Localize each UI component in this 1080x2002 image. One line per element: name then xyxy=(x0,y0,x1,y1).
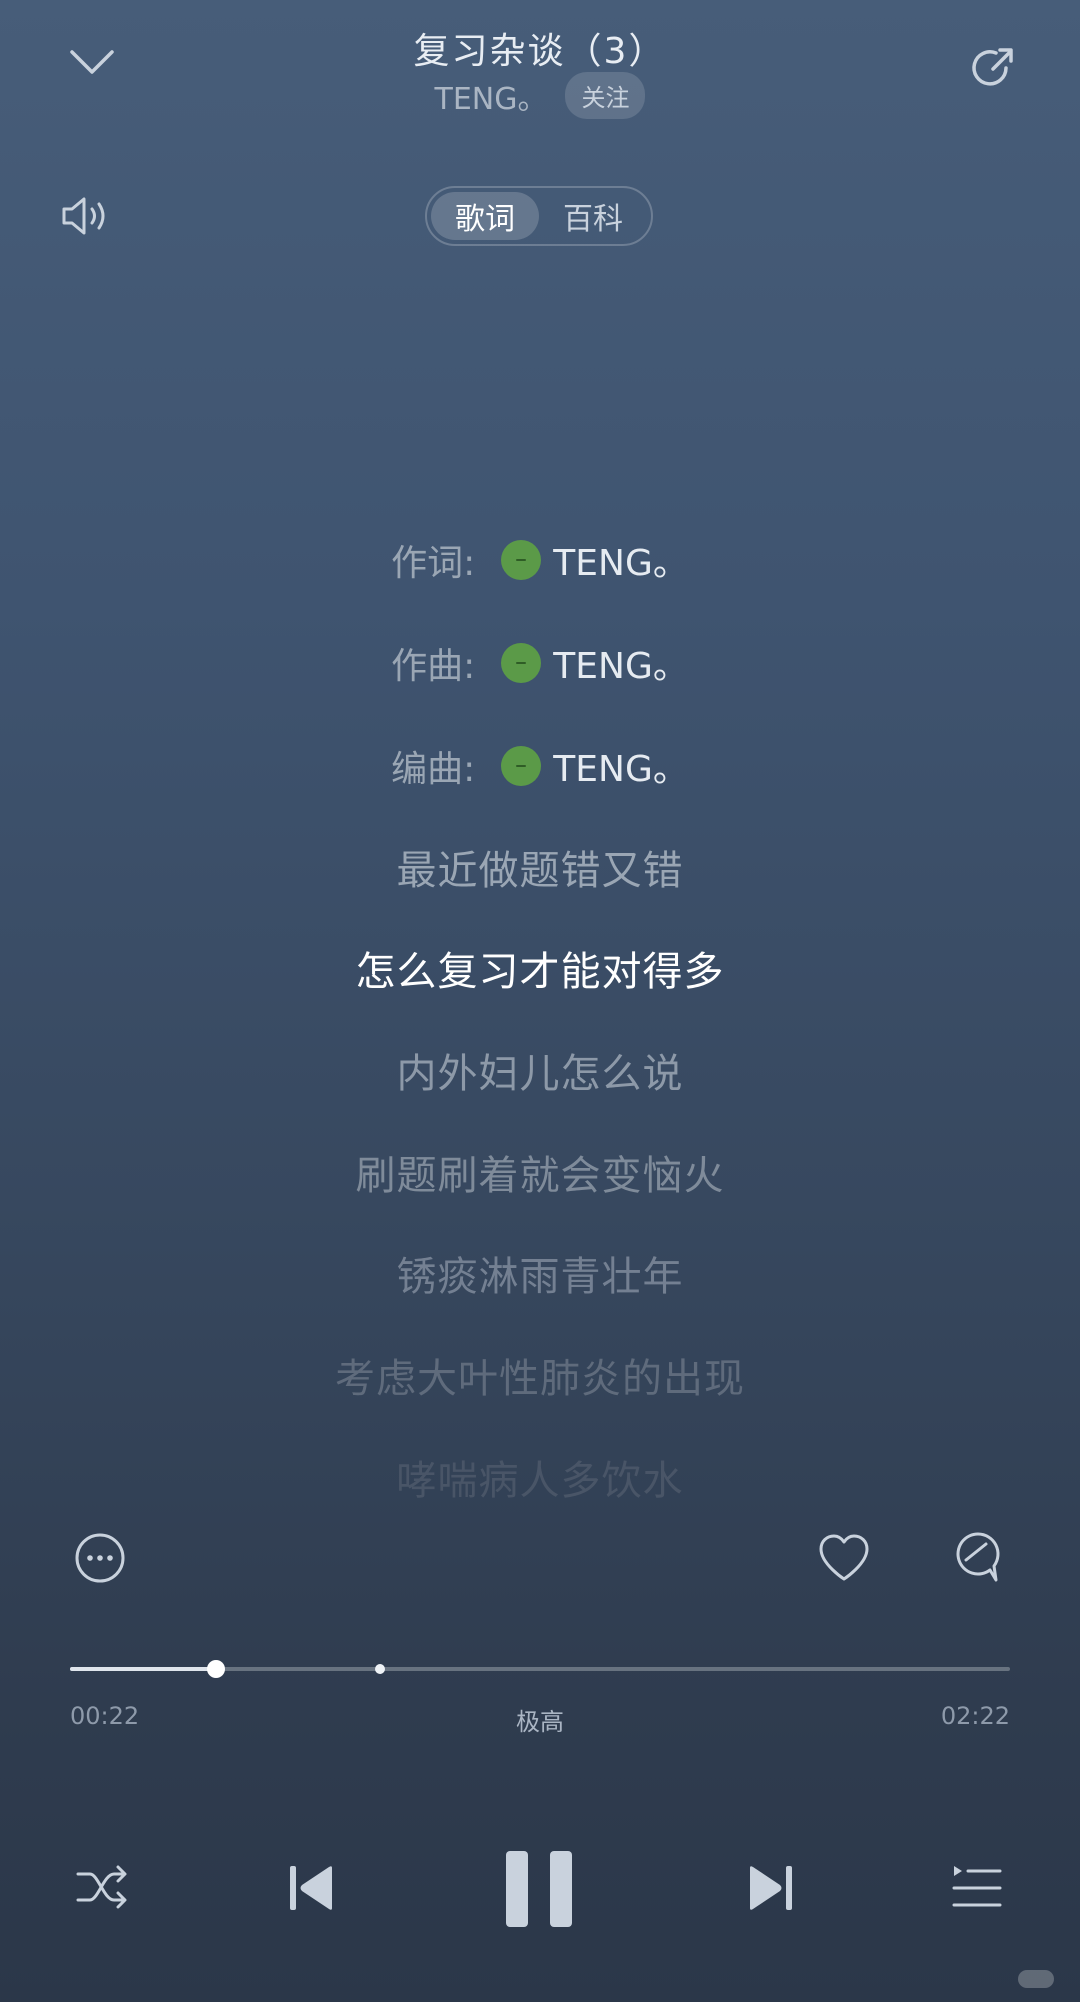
progress-marker xyxy=(375,1664,386,1674)
tab-switcher: 歌词 百科 xyxy=(425,186,653,246)
lyric-line[interactable]: 刷题刷着就会变恼火 xyxy=(0,1143,1080,1201)
next-icon[interactable] xyxy=(744,1862,794,1914)
heart-icon[interactable] xyxy=(816,1532,872,1584)
lyric-line[interactable]: 哮喘病人多饮水 xyxy=(0,1448,1080,1506)
artist-avatar-icon[interactable] xyxy=(501,643,542,683)
shuffle-icon[interactable] xyxy=(74,1862,130,1912)
tab-lyrics[interactable]: 歌词 xyxy=(431,192,539,240)
quality-label[interactable]: 极高 xyxy=(0,1702,1080,1737)
credit-composer: 作曲: TENG。 xyxy=(0,637,1080,689)
duration-time: 02:22 xyxy=(940,1702,1010,1730)
follow-button[interactable]: 关注 xyxy=(565,72,646,119)
tab-encyclopedia[interactable]: 百科 xyxy=(539,192,647,240)
artist-avatar-icon[interactable] xyxy=(501,746,542,786)
playlist-icon[interactable] xyxy=(952,1864,1002,1912)
credit-label: 编曲: xyxy=(391,749,476,790)
credit-label: 作曲: xyxy=(391,646,476,687)
progress-fill xyxy=(70,1667,216,1671)
credit-name[interactable]: TENG。 xyxy=(553,534,689,586)
lyric-line-current[interactable]: 怎么复习才能对得多 xyxy=(0,939,1080,997)
progress-thumb[interactable] xyxy=(206,1660,225,1678)
credit-lyricist: 作词: TENG。 xyxy=(0,534,1080,586)
credit-arranger: 编曲: TENG。 xyxy=(0,740,1080,792)
progress-bar[interactable] xyxy=(70,1660,1010,1678)
song-title: 复习杂谈（3） xyxy=(413,31,667,72)
lyric-line[interactable]: 考虑大叶性肺炎的出现 xyxy=(0,1346,1080,1404)
comment-icon[interactable] xyxy=(952,1530,1004,1588)
volume-icon[interactable] xyxy=(60,192,112,240)
lyric-line[interactable]: 锈痰淋雨青壮年 xyxy=(0,1244,1080,1302)
credit-name[interactable]: TENG。 xyxy=(553,637,689,689)
pause-icon[interactable] xyxy=(504,1851,576,1927)
share-icon[interactable] xyxy=(966,42,1018,94)
artist-avatar-icon[interactable] xyxy=(501,540,542,580)
watermark-badge xyxy=(1018,1970,1054,1988)
artist-name[interactable]: TENG。 xyxy=(435,74,548,118)
credit-name[interactable]: TENG。 xyxy=(553,740,689,792)
artist-row: TENG。 关注 xyxy=(0,72,1080,119)
credit-label: 作词: xyxy=(391,543,476,584)
lyric-line[interactable]: 最近做题错又错 xyxy=(0,838,1080,896)
more-icon[interactable] xyxy=(74,1532,126,1584)
lyric-line[interactable]: 内外妇儿怎么说 xyxy=(0,1041,1080,1099)
previous-icon[interactable] xyxy=(288,1862,338,1914)
